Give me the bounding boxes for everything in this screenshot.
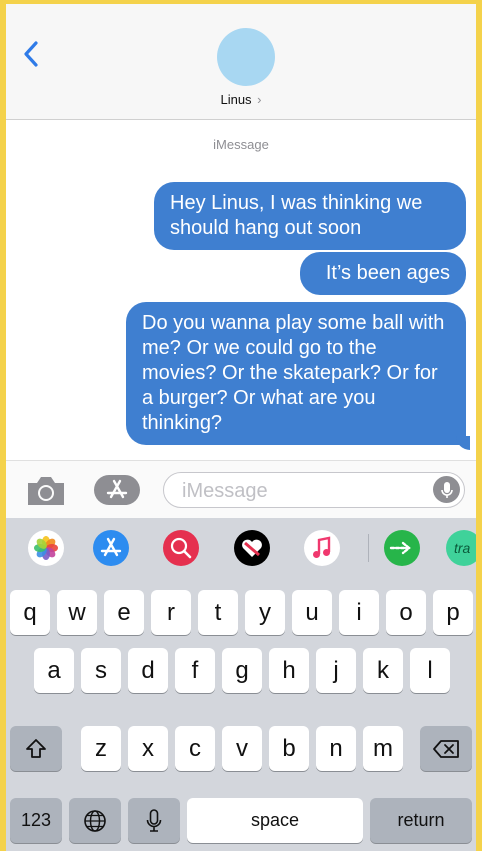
key-j[interactable]: j	[316, 648, 356, 693]
translate-app-button[interactable]: tra	[446, 530, 476, 566]
key-d[interactable]: d	[128, 648, 168, 693]
key-y[interactable]: y	[245, 590, 285, 635]
contact-name-button[interactable]: Linus ›	[6, 92, 476, 107]
photos-icon	[34, 536, 58, 560]
app-store-icon	[100, 537, 122, 557]
app-store-icon	[106, 479, 128, 499]
digital-touch-icon	[242, 539, 262, 557]
web-images-app-button[interactable]	[163, 530, 199, 566]
camera-icon	[28, 477, 64, 505]
space-key[interactable]: space	[187, 798, 363, 843]
conversation-header: Linus ›	[6, 4, 476, 120]
key-c[interactable]: c	[175, 726, 215, 771]
contact-avatar[interactable]	[217, 28, 275, 86]
digital-touch-app-button[interactable]	[234, 530, 270, 566]
key-r[interactable]: r	[151, 590, 191, 635]
keyboard: q w e r t y u i o p a s d f g h j k l z …	[6, 576, 476, 851]
sent-message-bubble[interactable]: Do you wanna play some ball with me? Or …	[126, 302, 466, 445]
bubble-tail	[456, 436, 470, 450]
key-w[interactable]: w	[57, 590, 97, 635]
microphone-icon	[440, 481, 453, 498]
web-images-icon	[170, 537, 192, 559]
drawer-divider	[368, 534, 369, 562]
backspace-icon	[433, 739, 459, 758]
key-p[interactable]: p	[433, 590, 473, 635]
music-icon	[313, 536, 331, 558]
dictation-button[interactable]	[433, 476, 460, 503]
sent-message-bubble[interactable]: It’s been ages	[300, 252, 466, 295]
globe-icon	[84, 809, 106, 832]
music-app-button[interactable]	[304, 530, 340, 566]
app-store-app-button[interactable]	[93, 530, 129, 566]
shift-key[interactable]	[10, 726, 62, 771]
service-label: iMessage	[213, 137, 269, 152]
contact-name: Linus	[220, 92, 252, 107]
microphone-icon	[146, 808, 162, 832]
apps-button[interactable]	[94, 475, 140, 505]
key-u[interactable]: u	[292, 590, 332, 635]
key-e[interactable]: e	[104, 590, 144, 635]
key-f[interactable]: f	[175, 648, 215, 693]
key-b[interactable]: b	[269, 726, 309, 771]
message-field[interactable]	[163, 472, 465, 508]
sent-message-bubble[interactable]: Hey Linus, I was thinking we should hang…	[154, 182, 466, 250]
app-drawer: tra	[6, 518, 476, 576]
chevron-right-icon: ›	[257, 92, 262, 107]
arrow-app-icon	[389, 541, 411, 555]
numbers-key[interactable]: 123	[10, 798, 62, 843]
key-k[interactable]: k	[363, 648, 403, 693]
message-input[interactable]	[180, 479, 424, 503]
shift-icon	[26, 738, 46, 758]
key-a[interactable]: a	[34, 648, 74, 693]
key-g[interactable]: g	[222, 648, 262, 693]
arrow-app-button[interactable]	[384, 530, 420, 566]
key-m[interactable]: m	[363, 726, 403, 771]
delete-key[interactable]	[420, 726, 472, 771]
key-t[interactable]: t	[198, 590, 238, 635]
key-s[interactable]: s	[81, 648, 121, 693]
key-i[interactable]: i	[339, 590, 379, 635]
translate-app-icon: tra	[454, 540, 471, 556]
message-input-bar	[6, 460, 476, 519]
key-l[interactable]: l	[410, 648, 450, 693]
key-n[interactable]: n	[316, 726, 356, 771]
key-h[interactable]: h	[269, 648, 309, 693]
chevron-left-icon	[24, 41, 38, 67]
back-button[interactable]	[18, 34, 44, 74]
key-q[interactable]: q	[10, 590, 50, 635]
photos-app-button[interactable]	[28, 530, 64, 566]
messages-screen: Linus › iMessage Hey Linus, I was thinki…	[6, 4, 476, 851]
camera-button[interactable]	[24, 474, 68, 513]
key-z[interactable]: z	[81, 726, 121, 771]
key-o[interactable]: o	[386, 590, 426, 635]
key-v[interactable]: v	[222, 726, 262, 771]
dictation-key[interactable]	[128, 798, 180, 843]
return-key[interactable]: return	[370, 798, 472, 843]
key-x[interactable]: x	[128, 726, 168, 771]
globe-key[interactable]	[69, 798, 121, 843]
